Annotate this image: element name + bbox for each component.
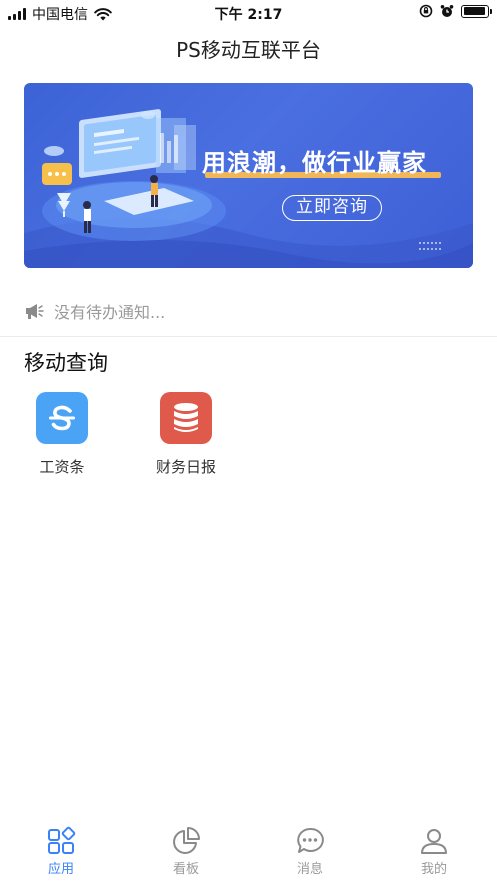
alarm-icon: [440, 5, 454, 17]
notice-bar[interactable]: 没有待办通知...: [24, 299, 165, 323]
section-title: 移动查询: [24, 351, 108, 375]
app-salary-label: 工资条: [39, 458, 85, 476]
megaphone-icon: [26, 304, 44, 319]
rotation-lock-icon: [419, 4, 433, 18]
tab-profile[interactable]: 我的: [394, 826, 474, 877]
apps-grid-icon: [48, 826, 76, 854]
banner-slogan: 用浪潮，做行业赢家: [202, 149, 427, 177]
user-icon: [421, 829, 447, 854]
tab-messages-label: 消息: [296, 862, 323, 877]
app-salary[interactable]: 工资条: [12, 392, 112, 477]
tab-profile-label: 我的: [420, 862, 447, 877]
database-icon: [160, 392, 212, 444]
tab-bar: 应用 看板 消息 我的: [0, 818, 497, 883]
divider: [0, 336, 497, 337]
app-finance-daily-label: 财务日报: [155, 458, 216, 476]
tab-apps-label: 应用: [47, 862, 74, 877]
chat-bubble-icon: [297, 827, 324, 853]
banner-dots-icon: [419, 242, 441, 250]
app-finance-daily[interactable]: 财务日报: [136, 392, 236, 477]
tab-apps[interactable]: 应用: [21, 826, 101, 877]
consult-button[interactable]: 立即咨询: [282, 195, 382, 221]
tab-dashboard[interactable]: 看板: [146, 826, 226, 877]
promo-banner[interactable]: 用浪潮，做行业赢家 立即咨询: [24, 83, 473, 268]
salary-icon: [36, 392, 88, 444]
tab-dashboard-label: 看板: [172, 862, 199, 877]
pie-chart-icon: [173, 827, 200, 854]
page-title: PS移动互联平台: [176, 38, 321, 62]
status-bar: 中国电信 下午 2:17: [0, 0, 497, 26]
battery-icon: [461, 4, 492, 18]
notice-text: 没有待办通知...: [54, 303, 166, 322]
tab-messages[interactable]: 消息: [270, 826, 350, 877]
